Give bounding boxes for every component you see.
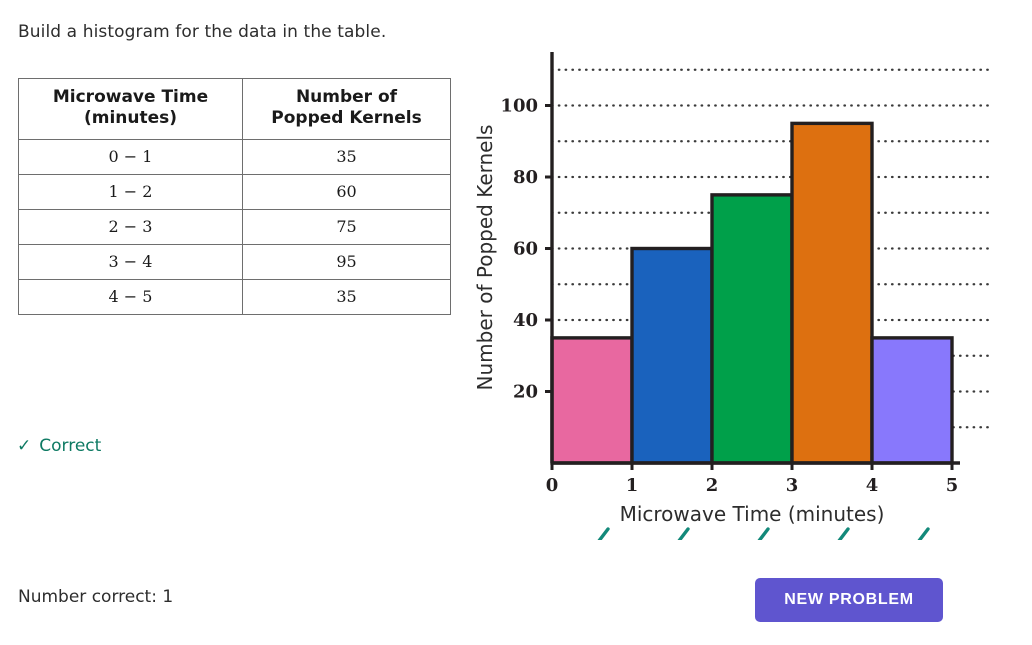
check-icon [597,527,610,540]
y-tick-label: 20 [513,382,538,403]
problem-prompt: Build a histogram for the data in the ta… [18,22,387,42]
y-tick-label: 40 [513,310,538,331]
x-tick-label: 0 [546,475,559,496]
cell-count: 60 [242,173,451,210]
y-tick-label: 100 [500,96,538,117]
table-row: 3 − 4 95 [18,243,451,280]
feedback-label: Correct [39,436,102,456]
cell-count: 35 [242,278,451,315]
header-popped-kernels-line1: Number of [295,87,398,107]
check-icon [757,527,770,540]
table-row: 2 − 3 75 [18,208,451,245]
header-microwave-time-line1: Microwave Time [52,87,209,107]
histogram-bar[interactable] [710,193,794,465]
cell-interval: 3 − 4 [18,243,243,280]
x-tick-label: 4 [866,475,879,496]
cell-count: 35 [242,138,451,175]
x-axis-label: Microwave Time (minutes) [620,502,885,526]
check-icon: ✓ [17,435,32,456]
data-table: Microwave Time (minutes) Number of Poppe… [18,78,451,315]
header-microwave-time: Microwave Time (minutes) [18,78,243,140]
cell-count: 75 [242,208,451,245]
header-popped-kernels: Number of Popped Kernels [242,78,451,140]
table-row: 4 − 5 35 [18,278,451,315]
bar-check-marks [597,527,930,540]
table-row: 0 − 1 35 [18,138,451,175]
table-header-row: Microwave Time (minutes) Number of Poppe… [18,78,451,140]
table-row: 1 − 2 60 [18,173,451,210]
new-problem-button[interactable]: NEW PROBLEM [755,578,943,622]
histogram-chart[interactable]: 20 40 60 80 100 0 1 2 3 4 5 Microwave Time (minute… [460,30,1020,540]
feedback-message: ✓ Correct [17,436,101,456]
histogram-bar[interactable] [790,121,874,465]
histogram-bar[interactable] [550,336,634,465]
x-tick-label: 3 [786,475,799,496]
header-microwave-time-line2: (minutes) [83,108,178,129]
x-tick-label: 1 [626,475,639,496]
y-axis-label: Number of Popped Kernels [473,125,497,391]
histogram-svg[interactable]: 20 40 60 80 100 0 1 2 3 4 5 Microwave Time (minute… [460,30,1020,540]
check-icon [677,527,690,540]
chart-bars[interactable] [550,121,954,465]
cell-interval: 0 − 1 [18,138,243,175]
cell-interval: 2 − 3 [18,208,243,245]
x-tick-label: 2 [706,475,719,496]
cell-interval: 1 − 2 [18,173,243,210]
y-tick-label: 80 [513,167,538,188]
score-label: Number correct: 1 [18,587,174,607]
check-icon [917,527,930,540]
histogram-bar[interactable] [870,336,954,465]
cell-interval: 4 − 5 [18,278,243,315]
x-tick-label: 5 [946,475,959,496]
y-tick-label: 60 [513,239,538,260]
check-icon [837,527,850,540]
histogram-bar[interactable] [630,246,714,465]
header-popped-kernels-line2: Popped Kernels [271,108,422,129]
cell-count: 95 [242,243,451,280]
